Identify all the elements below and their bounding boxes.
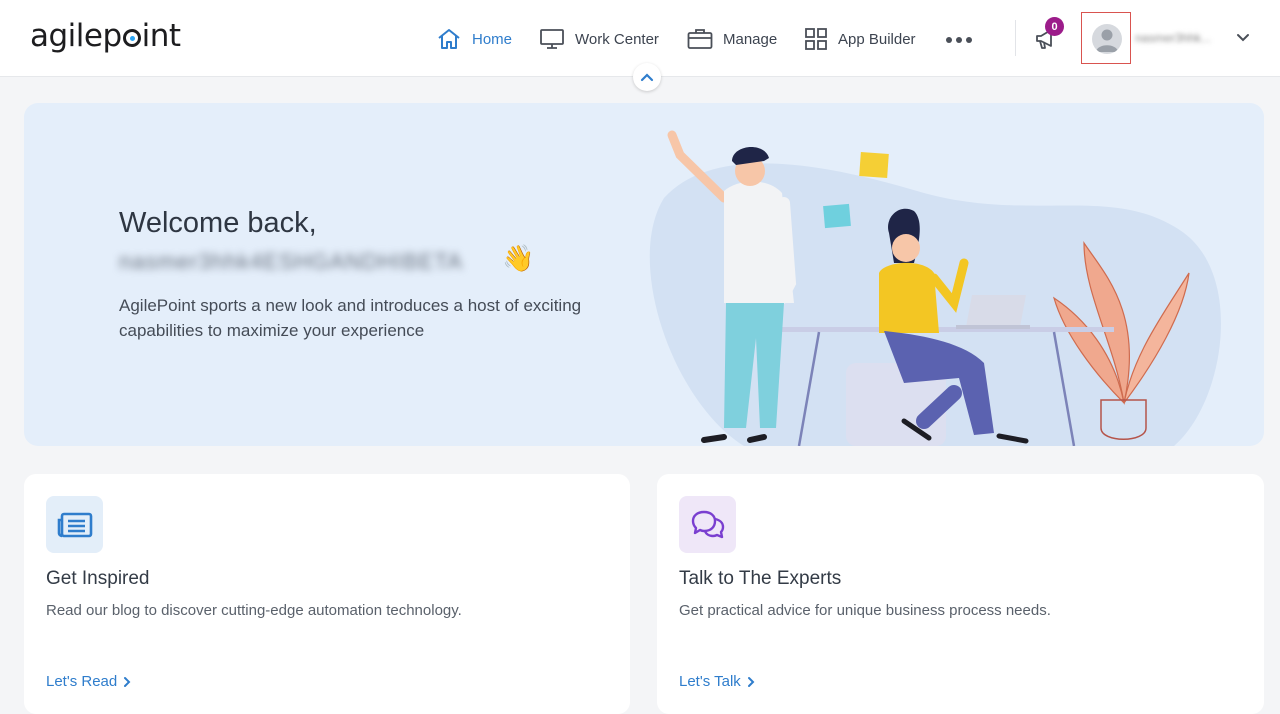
- avatar[interactable]: [1092, 24, 1122, 54]
- newspaper-icon: [46, 496, 103, 553]
- collapse-header-button[interactable]: [633, 63, 661, 91]
- user-avatar-icon: [1096, 29, 1118, 52]
- user-name[interactable]: nasmer3hhk...: [1135, 31, 1225, 45]
- lets-read-link[interactable]: Let's Read: [46, 673, 131, 690]
- chevron-down-icon[interactable]: [1236, 32, 1250, 44]
- grid-icon: [805, 28, 827, 50]
- card-description: Read our blog to discover cutting-edge a…: [46, 602, 462, 619]
- nav-work-center-label: Work Center: [575, 30, 659, 48]
- card-get-inspired: Get Inspired Read our blog to discover c…: [24, 474, 630, 714]
- chevron-up-icon: [640, 73, 654, 82]
- header-divider: [1015, 20, 1016, 56]
- hero-illustration: [649, 130, 1221, 446]
- nav-app-builder-label: App Builder: [838, 30, 916, 48]
- card-link-label: Let's Read: [46, 673, 118, 690]
- nav-manage[interactable]: Manage: [687, 24, 777, 54]
- nav-work-center[interactable]: Work Center: [539, 24, 659, 54]
- more-horizontal-icon[interactable]: [946, 37, 972, 43]
- chevron-right-icon: [124, 676, 131, 687]
- notification-badge: 0: [1045, 17, 1064, 36]
- nav-app-builder[interactable]: App Builder: [804, 24, 916, 54]
- agilepoint-logo[interactable]: agilep int: [30, 18, 181, 54]
- briefcase-icon: [687, 29, 713, 49]
- card-title: Get Inspired: [46, 568, 150, 589]
- chevron-right-icon: [747, 676, 755, 687]
- card-description: Get practical advice for unique business…: [679, 602, 1051, 619]
- card-title: Talk to The Experts: [679, 568, 842, 589]
- card-talk-to-experts: Talk to The Experts Get practical advice…: [657, 474, 1264, 714]
- welcome-banner: Welcome back, nasmer3hhk4ESHGANDHIBETA 👋…: [24, 103, 1264, 446]
- lets-talk-link[interactable]: Let's Talk: [679, 673, 755, 690]
- nav-home[interactable]: Home: [436, 24, 512, 54]
- nav-manage-label: Manage: [723, 30, 778, 48]
- chat-bubbles-icon: [679, 496, 736, 553]
- card-link-label: Let's Talk: [679, 673, 741, 690]
- home-icon: [438, 29, 460, 49]
- monitor-icon: [540, 29, 564, 49]
- nav-home-label: Home: [472, 30, 513, 48]
